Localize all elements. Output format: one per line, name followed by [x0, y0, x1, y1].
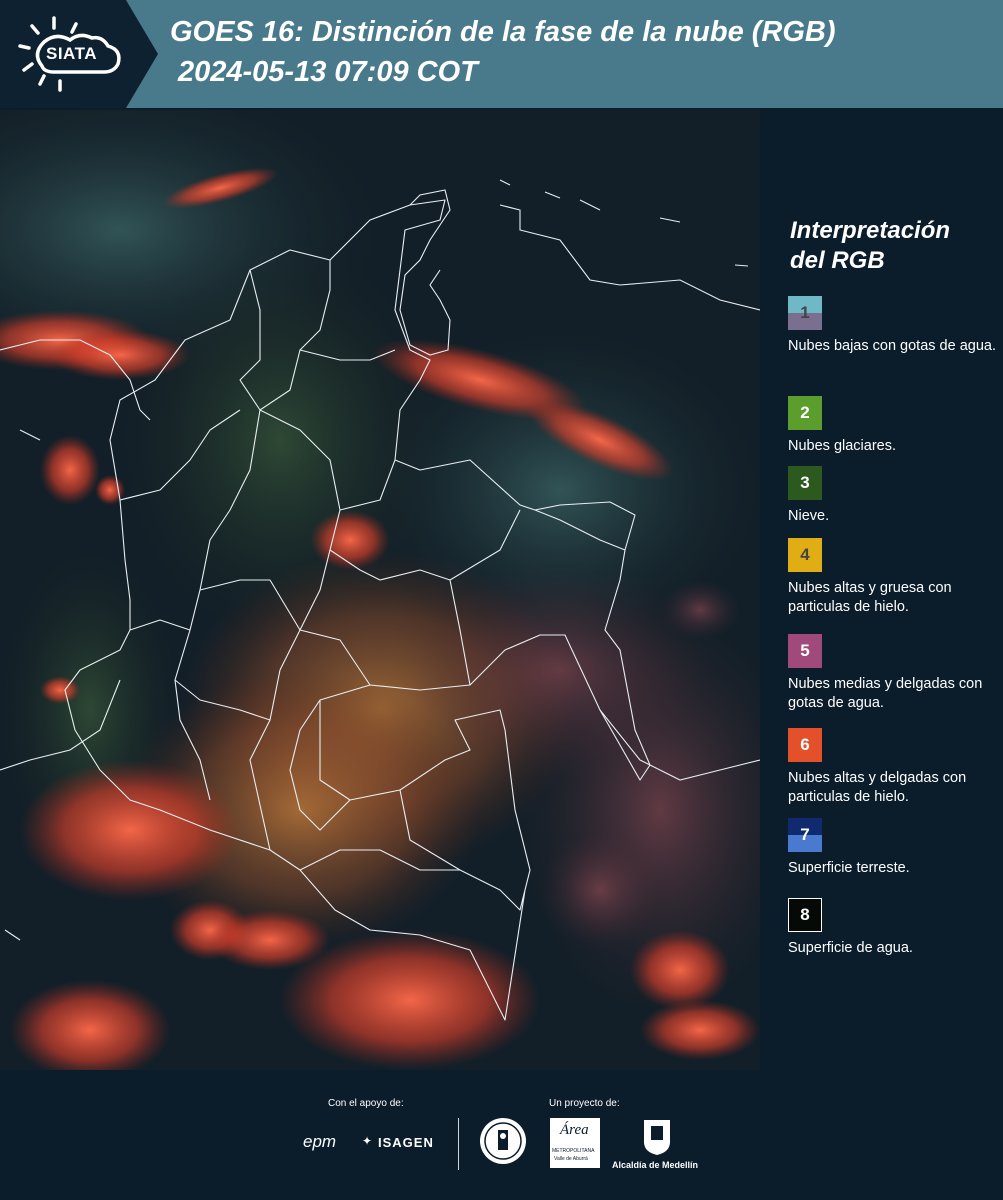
legend-number: 8: [800, 905, 810, 924]
logo-text: SIATA: [46, 44, 97, 63]
legend-swatch: 1: [788, 296, 822, 330]
alcaldia-shield-icon: [644, 1120, 670, 1155]
legend-description: Nubes bajas con gotas de agua.: [788, 338, 996, 354]
legend-item-8: 8 Superficie de agua.: [788, 898, 998, 958]
legend-swatch: 2: [788, 396, 822, 430]
footer: Con el apoyo de: Un proyecto de: epm ✦ I…: [0, 1072, 1003, 1200]
legend-title-line1: Interpretación: [790, 217, 951, 244]
satellite-map: [0, 110, 760, 1070]
project-label: Un proyecto de:: [549, 1098, 620, 1109]
legend-item-2: 2 Nubes glaciares.: [788, 396, 998, 456]
legend-number: 1: [800, 303, 810, 322]
legend-number: 3: [800, 473, 810, 492]
alcaldia-logo-text: Alcaldía de Medellín: [612, 1160, 699, 1170]
seal-icon: [480, 1118, 526, 1164]
support-label: Con el apoyo de:: [328, 1098, 404, 1109]
legend-panel: Interpretación del RGB 1 Nubes bajas con …: [762, 110, 1003, 1070]
page-timestamp: 2024-05-13 07:09 COT: [178, 56, 478, 88]
legend-number: 4: [800, 545, 810, 564]
legend-description: Nieve.: [788, 508, 830, 524]
legend-swatch: 8: [788, 898, 822, 932]
legend-description: Nubes altas y gruesa con particulas de h…: [788, 580, 952, 615]
footer-divider: [458, 1118, 459, 1170]
epm-logo: epm: [303, 1132, 337, 1151]
page-title: GOES 16: Distinción de la fase de la nub…: [170, 16, 836, 48]
legend-item-6: 6 Nubes altas y delgadas con particulas d…: [788, 728, 998, 807]
isagen-icon: ✦: [362, 1134, 373, 1148]
legend-number: 7: [800, 825, 810, 844]
legend-description: Nubes altas y delgadas con particulas de…: [788, 770, 967, 805]
legend-item-3: 3 Nieve.: [788, 466, 998, 526]
logo-panel: SIATA: [0, 0, 158, 108]
area-metropolitana-logo: Área METROPOLITANA Valle de Aburrá: [550, 1118, 600, 1168]
legend-item-7: 7 Superficie terreste.: [788, 818, 998, 878]
legend-swatch: 6: [788, 728, 822, 762]
legend-item-4: 4 Nubes altas y gruesa con particulas de …: [788, 538, 998, 617]
legend-description: Superficie terreste.: [788, 860, 910, 876]
legend-number: 2: [800, 403, 810, 422]
satellite-image: [0, 110, 760, 1070]
legend-swatch: 3: [788, 466, 822, 500]
header-bar: SIATA GOES 16: Distinción de la fase de …: [0, 0, 1003, 108]
legend-description: Nubes glaciares.: [788, 438, 896, 454]
legend-item-1: 1 Nubes bajas con gotas de agua.: [788, 296, 998, 356]
legend-number: 6: [800, 735, 810, 754]
legend-item-5: 5 Nubes medias y delgadas con gotas de ag…: [788, 634, 998, 713]
legend-swatch: 7: [788, 818, 822, 852]
legend-title-line2: del RGB: [790, 247, 885, 274]
legend-swatch: 5: [788, 634, 822, 668]
legend-number: 5: [800, 641, 810, 660]
isagen-logo: ISAGEN: [378, 1135, 434, 1150]
legend-swatch: 4: [788, 538, 822, 572]
legend-description: Nubes medias y delgadas con gotas de agu…: [788, 676, 983, 711]
legend-title: Interpretación del RGB: [790, 216, 990, 276]
legend-description: Superficie de agua.: [788, 940, 913, 956]
